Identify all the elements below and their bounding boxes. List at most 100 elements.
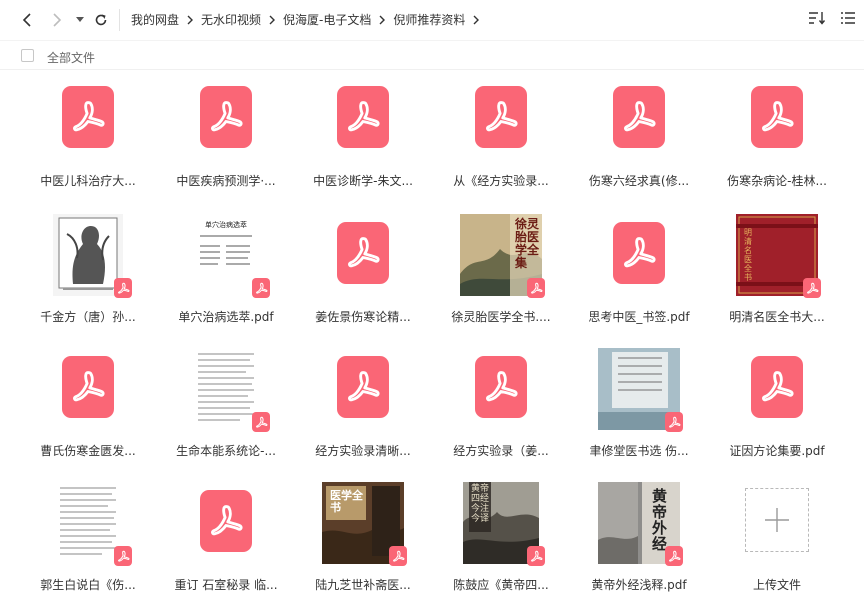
file-name: 徐灵胎医学全书.... (451, 310, 551, 324)
pdf-acrobat-icon (117, 550, 129, 562)
pdf-file-icon (337, 356, 389, 418)
upload-box[interactable] (745, 488, 809, 552)
pdf-acrobat-icon (806, 282, 818, 294)
pdf-file-icon (475, 356, 527, 418)
book-cover: 单穴治病选萃 (190, 214, 262, 288)
pdf-badge-icon (252, 412, 270, 432)
cover-title: 单穴治病选萃 (205, 221, 247, 229)
pdf-acrobat-icon (73, 371, 105, 402)
pdf-acrobat-icon (255, 282, 267, 294)
pdf-acrobat-icon (486, 101, 518, 132)
pdf-acrobat-icon (117, 282, 129, 294)
cover-title: 医学全书 (330, 489, 363, 514)
file-name: 千金方（唐）孙... (40, 310, 136, 324)
file-tile[interactable]: 伤寒杂病论-桂林... (717, 70, 837, 194)
pdf-acrobat-icon (530, 282, 542, 294)
pdf-acrobat-icon (624, 237, 656, 268)
file-name: 聿修堂医书选 伤... (589, 444, 689, 458)
file-tile[interactable]: 姜佐景伤寒论精... (303, 206, 423, 330)
pdf-acrobat-icon (392, 550, 404, 562)
pdf-file-icon (62, 86, 114, 148)
file-tile[interactable]: 生命本能系统论-... (166, 340, 286, 464)
upload-tile[interactable]: 上传文件 (717, 474, 837, 598)
file-grid: 中医儿科治疗大... 中医疾病预测学·... 中医诊断学-朱文... 从《经方实验录.… (0, 70, 864, 611)
pdf-badge-icon (114, 278, 132, 298)
history-dropdown-button[interactable] (74, 8, 86, 32)
breadcrumb-item-root[interactable]: 我的网盘 (131, 11, 179, 28)
file-name: 重订 石室秘录 临... (174, 578, 278, 592)
toolbar-divider (119, 9, 120, 31)
file-tile[interactable]: 从《经方实验录... (441, 70, 561, 194)
pdf-acrobat-icon (624, 101, 656, 132)
pdf-badge-icon (665, 546, 683, 566)
arrow-right-icon (53, 13, 62, 27)
file-name: 陆九芝世补斋医... (315, 578, 411, 592)
pdf-acrobat-icon (530, 550, 542, 562)
cover-title: 黄帝四经今注今译 (471, 484, 490, 524)
breadcrumb: 我的网盘 无水印视频 倪海厦-电子文档 倪师推荐资料 (131, 11, 487, 28)
back-button[interactable] (18, 8, 36, 32)
file-tile[interactable]: 中医诊断学-朱文... (303, 70, 423, 194)
pdf-file-icon (613, 86, 665, 148)
file-name: 从《经方实验录... (453, 174, 549, 188)
breadcrumb-item-videos[interactable]: 无水印视频 (201, 11, 261, 28)
file-tile[interactable]: 思考中医_书签.pdf (579, 206, 699, 330)
file-tile[interactable]: 郭生白说白《伤... (28, 474, 148, 598)
pdf-file-icon (613, 222, 665, 284)
list-view-button[interactable] (840, 10, 856, 26)
file-tile[interactable]: 徐灵胎医学全集 徐灵胎医学全书.... (441, 206, 561, 330)
file-tile[interactable]: 医学全书陆九芝世补斋医... (303, 474, 423, 598)
plus-icon (765, 508, 789, 532)
list-view-icon (841, 12, 855, 24)
pdf-acrobat-icon (255, 416, 267, 428)
arrow-left-icon (22, 13, 31, 27)
file-tile[interactable]: 单穴治病选萃 单穴治病选萃.pdf (166, 206, 286, 330)
pdf-badge-icon (527, 546, 545, 566)
chevron-right-icon (187, 15, 194, 25)
file-name: 中医儿科治疗大... (40, 174, 136, 188)
forward-button[interactable] (48, 8, 66, 32)
view-tools (808, 10, 856, 26)
sort-icon (809, 12, 826, 25)
file-tile[interactable]: 聿修堂医书选 伤... (579, 340, 699, 464)
chevron-right-icon (269, 15, 276, 25)
pdf-acrobat-icon (762, 101, 794, 132)
file-tile[interactable]: 黄帝四经今注今译 陈鼓应《黄帝四... (441, 474, 561, 598)
pdf-acrobat-icon (762, 371, 794, 402)
file-tile[interactable]: 重订 石室秘录 临... (166, 474, 286, 598)
file-name: 经方实验录（姜... (453, 444, 549, 458)
file-tile[interactable]: 经方实验录（姜... (441, 340, 561, 464)
pdf-badge-icon (389, 546, 407, 566)
select-all-bar: 全部文件 (0, 40, 864, 70)
file-tile[interactable]: 证因方论集要.pdf (717, 340, 837, 464)
file-name: 单穴治病选萃.pdf (178, 310, 274, 324)
pdf-file-icon (200, 490, 252, 552)
pdf-badge-icon (527, 278, 545, 298)
pdf-badge-icon (252, 278, 270, 298)
pdf-acrobat-icon (348, 101, 380, 132)
file-name: 中医疾病预测学·... (176, 174, 276, 188)
refresh-button[interactable] (92, 8, 110, 32)
file-tile[interactable]: 经方实验录清晰... (303, 340, 423, 464)
pdf-file-icon (475, 86, 527, 148)
pdf-acrobat-icon (486, 371, 518, 402)
file-name: 生命本能系统论-... (176, 444, 276, 458)
file-tile[interactable]: 中医儿科治疗大... (28, 70, 148, 194)
file-tile[interactable]: 伤寒六经求真(修... (579, 70, 699, 194)
select-all-checkbox[interactable] (21, 49, 34, 62)
file-tile[interactable]: 曹氏伤寒金匮发... (28, 340, 148, 464)
file-name: 中医诊断学-朱文... (313, 174, 413, 188)
sort-button[interactable] (808, 10, 826, 26)
pdf-badge-icon (803, 278, 821, 298)
file-tile[interactable]: 明清名医全书 明清名医全书大... (717, 206, 837, 330)
file-tile[interactable]: 中医疾病预测学·... (166, 70, 286, 194)
file-name: 伤寒六经求真(修... (588, 174, 690, 188)
breadcrumb-item-documents[interactable]: 倪海厦-电子文档 (283, 11, 371, 28)
breadcrumb-item-current[interactable]: 倪师推荐资料 (393, 11, 465, 28)
file-tile[interactable]: 千金方（唐）孙... (28, 206, 148, 330)
pdf-acrobat-icon (668, 416, 680, 428)
pdf-acrobat-icon (668, 550, 680, 562)
all-files-label: 全部文件 (47, 51, 96, 65)
file-tile[interactable]: 黄帝外经 黄帝外经浅释.pdf (579, 474, 699, 598)
pdf-acrobat-icon (348, 371, 380, 402)
